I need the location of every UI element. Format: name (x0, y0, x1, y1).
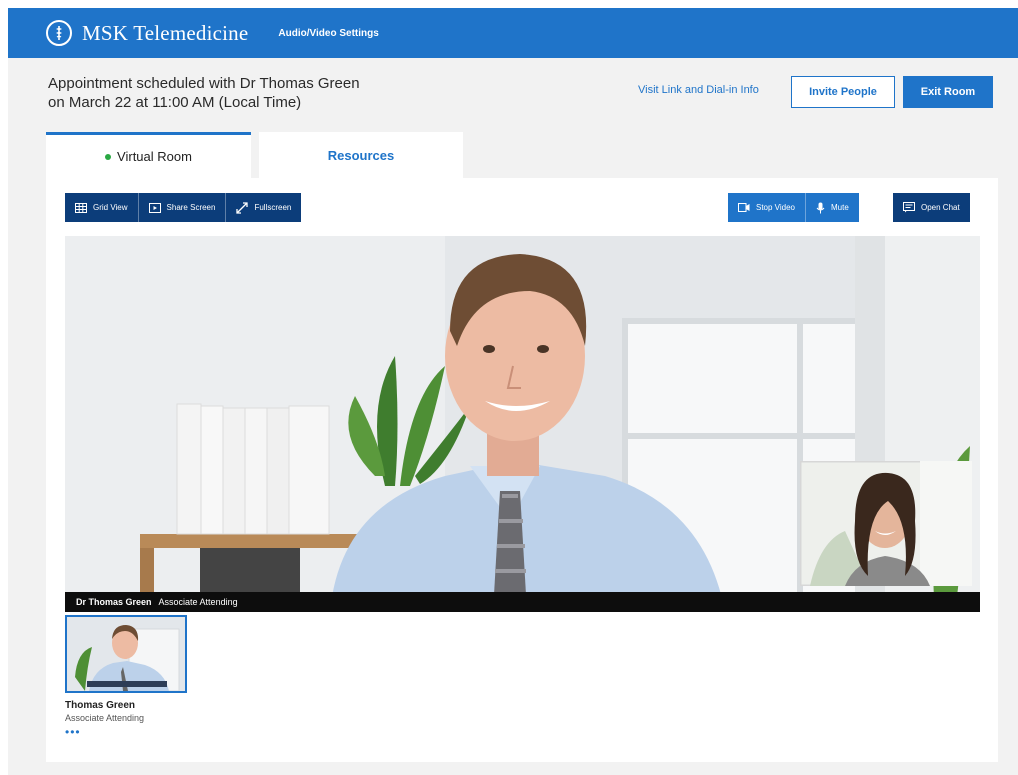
microphone-icon (816, 202, 825, 213)
app-window: MSK Telemedicine Audio/Video Settings Ap… (8, 8, 1018, 775)
grid-icon (75, 202, 87, 213)
thumbnail-role: Associate Attending (65, 713, 145, 723)
participant-name: Dr Thomas Green (76, 597, 152, 607)
main-video-feed (65, 236, 980, 612)
share-screen-icon (148, 202, 161, 213)
fullscreen-button[interactable]: Fullscreen (226, 193, 301, 222)
chat-icon (903, 202, 915, 213)
audio-video-settings-link[interactable]: Audio/Video Settings (278, 28, 378, 39)
tab-virtual-room[interactable]: Virtual Room (46, 132, 251, 178)
tab-resources-label: Resources (327, 147, 395, 163)
participant-thumbnail[interactable] (65, 615, 187, 693)
grid-view-label: Grid View (93, 203, 128, 212)
open-chat-button[interactable]: Open Chat (893, 193, 970, 222)
participant-name-strip: Dr Thomas Green Associate Attending (65, 592, 980, 612)
chat-toolbar: Open Chat (893, 193, 970, 222)
active-status-dot (105, 153, 112, 160)
invite-people-button[interactable]: Invite People (791, 76, 895, 108)
stop-video-button[interactable]: Stop Video (728, 193, 806, 222)
virtual-room-panel: Grid View Share Screen Fullscreen Stop V… (46, 178, 998, 762)
open-chat-label: Open Chat (921, 203, 960, 212)
tab-resources[interactable]: Resources (259, 132, 463, 178)
video-camera-icon (738, 203, 750, 212)
msk-logo-icon (46, 20, 72, 46)
stop-video-label: Stop Video (756, 203, 795, 212)
exit-room-button[interactable]: Exit Room (903, 76, 993, 108)
fullscreen-label: Fullscreen (254, 203, 292, 212)
view-toolbar: Grid View Share Screen Fullscreen (65, 193, 302, 222)
visit-link-dial-in-info[interactable]: Visit Link and Dial-in Info (638, 84, 759, 96)
expand-icon (236, 201, 249, 214)
mute-button[interactable]: Mute (806, 193, 859, 222)
thumbnail-name: Thomas Green (65, 700, 136, 711)
share-screen-label: Share Screen (166, 203, 216, 212)
appointment-line-2: on March 22 at 11:00 AM (Local Time) (48, 94, 302, 111)
thumbnail-video-image (67, 617, 185, 691)
appointment-info: Appointment scheduled with Dr Thomas Gre… (48, 74, 360, 112)
more-options-icon[interactable]: ••• (65, 726, 81, 738)
share-screen-button[interactable]: Share Screen (139, 193, 227, 222)
appointment-line-1: Appointment scheduled with Dr Thomas Gre… (48, 75, 360, 92)
media-toolbar: Stop Video Mute (728, 193, 859, 222)
mute-label: Mute (831, 203, 849, 212)
tab-virtual-room-label: Virtual Room (117, 149, 192, 164)
grid-view-button[interactable]: Grid View (65, 193, 139, 222)
top-bar: MSK Telemedicine Audio/Video Settings (8, 8, 1018, 58)
self-view-video (800, 461, 972, 586)
participant-role: Associate Attending (158, 597, 238, 607)
brand-name: MSK Telemedicine (82, 20, 249, 45)
